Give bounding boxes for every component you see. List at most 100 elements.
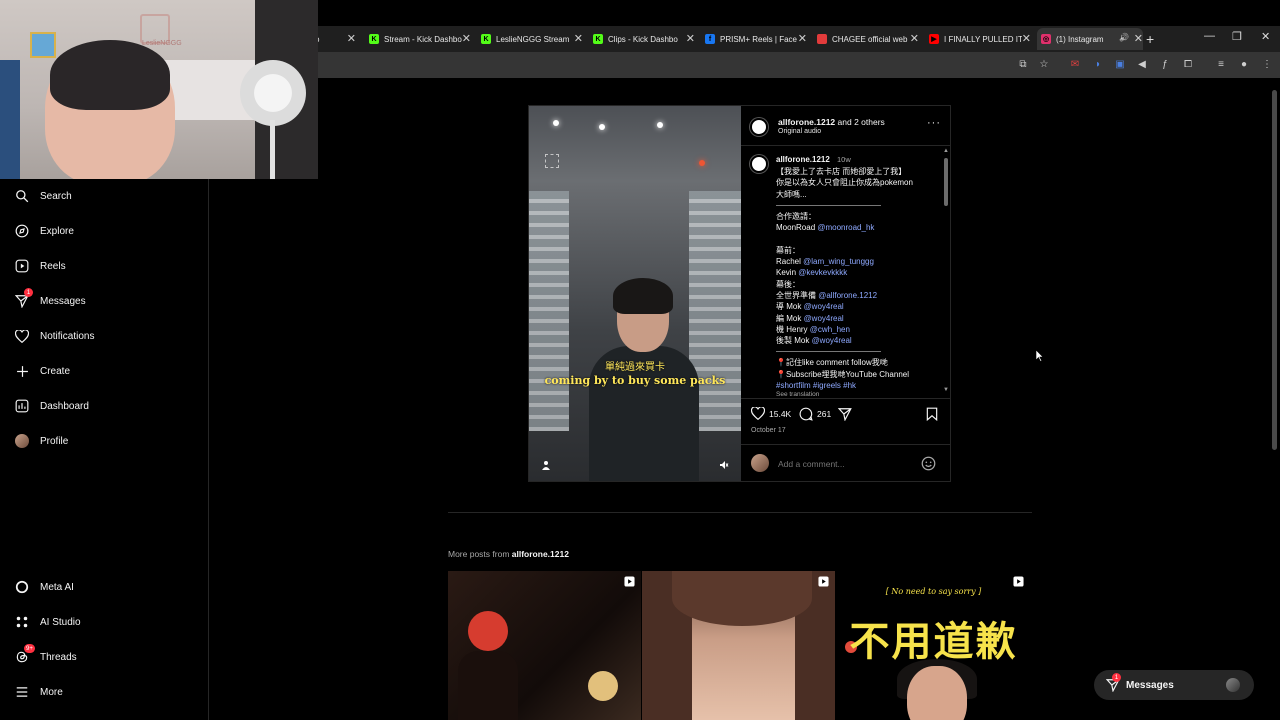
more-posts-user-link[interactable]: allforone.1212 (512, 549, 569, 559)
ceiling-light (699, 160, 705, 166)
close-tab-icon[interactable]: ✕ (347, 32, 356, 45)
notification-badge: 1 (24, 288, 33, 297)
close-window-button[interactable]: ✕ (1261, 30, 1270, 43)
caption-scrollbar[interactable] (944, 158, 948, 206)
caption-mention-link[interactable]: #shortfilm #igreels #hk (776, 381, 856, 390)
caption-line: MoonRoad @moonroad_hk (776, 222, 936, 233)
more-post-thumbnail[interactable] (642, 571, 835, 720)
caption-line-text: 📍記住like comment follow我哋 (776, 358, 888, 368)
caption-mention-link[interactable]: @kevkevkkkk (798, 268, 847, 277)
sidebar-item-messages[interactable]: 1 Messages (14, 288, 86, 312)
store-shelf (529, 191, 569, 431)
scroll-down-arrow-icon[interactable]: ▼ (943, 387, 949, 393)
sidebar-item-explore[interactable]: Explore (14, 220, 74, 242)
extensions-puzzle-icon[interactable]: ⧠ (1182, 58, 1194, 70)
sidebar-item-search[interactable]: Search (14, 185, 72, 207)
collaborators-text[interactable]: and 2 others (838, 117, 885, 127)
close-tab-icon[interactable]: ✕ (574, 32, 583, 45)
ceiling-light (553, 120, 559, 126)
close-tab-icon[interactable]: ✕ (798, 32, 807, 45)
browser-tab[interactable]: K Stream - Kick Dashbo ✕ (365, 28, 471, 50)
browser-tab[interactable]: ▶ I FINALLY PULLED IT ✕ (925, 28, 1031, 50)
more-post-thumbnail[interactable] (448, 571, 641, 720)
tab-title: Clips - Kick Dashbo (608, 34, 678, 44)
sidebar-item-dashboard[interactable]: Dashboard (14, 395, 89, 417)
post-author[interactable]: allforone.1212 and 2 others (778, 117, 885, 127)
close-tab-icon[interactable]: ✕ (1134, 32, 1143, 45)
sidebar-item-notifications[interactable]: Notifications (14, 325, 94, 347)
tagged-users-icon[interactable] (541, 460, 551, 470)
ai-studio-icon (14, 614, 30, 630)
caption-line-text: 機 Henry (776, 324, 810, 334)
caption-mention-link[interactable]: @cwh_hen (810, 325, 850, 334)
browser-tab[interactable]: K LeslieNGGG Stream ✕ (477, 28, 583, 50)
browser-tab[interactable]: K Clips - Kick Dashbo ✕ (589, 28, 695, 50)
post-author-name[interactable]: allforone.1212 (778, 117, 835, 127)
close-tab-icon[interactable]: ✕ (910, 32, 919, 45)
sidebar-item-ai-studio[interactable]: AI Studio (14, 611, 81, 633)
share-button[interactable] (838, 407, 856, 421)
sidebar-item-reels[interactable]: Reels (14, 255, 66, 277)
avatar[interactable] (750, 118, 768, 136)
caption-mention-link[interactable]: @moonroad_hk (817, 223, 874, 232)
new-tab-button[interactable]: + (1146, 31, 1154, 47)
close-tab-icon[interactable]: ✕ (1022, 32, 1031, 45)
gmail-extension-icon[interactable]: ✉ (1069, 58, 1081, 70)
extension-icon[interactable]: ƒ (1159, 58, 1171, 70)
caption-line: 導 Mok @woy4real (776, 301, 936, 312)
close-tab-icon[interactable]: ✕ (686, 32, 695, 45)
see-translation-link[interactable]: See translation (776, 391, 819, 398)
comment-input[interactable] (778, 459, 918, 469)
scroll-up-arrow-icon[interactable]: ▲ (943, 148, 949, 154)
more-post-thumbnail[interactable]: [ No need to say sorry ] 不用道歉 (837, 571, 1030, 720)
avatar[interactable] (750, 155, 768, 173)
restore-button[interactable]: ❐ (1232, 30, 1242, 43)
sidebar-item-meta-ai[interactable]: Meta AI (14, 576, 74, 598)
tab-search-icon[interactable]: ≡ (1215, 58, 1227, 70)
sidebar-item-threads[interactable]: 9+ Threads (14, 644, 77, 668)
like-button[interactable]: 15.4K (751, 407, 791, 420)
caption-timestamp: 10w (837, 155, 851, 164)
streamer (50, 40, 170, 110)
bookmark-star-icon[interactable]: ☆ (1038, 58, 1050, 70)
emoji-icon[interactable] (921, 456, 936, 474)
sidebar-item-profile[interactable]: Profile (14, 430, 68, 452)
tab-title: PRISM+ Reels | Face (720, 34, 797, 44)
save-button[interactable] (926, 407, 942, 421)
browser-tab[interactable]: CHAGEE official web ✕ (813, 28, 919, 50)
comment-button[interactable]: 261 (799, 407, 831, 421)
page-scrollbar[interactable] (1272, 80, 1278, 450)
video-subtitle-en: coming by to buy some packs (544, 374, 726, 387)
caption-line-text: 全世界準備 (776, 290, 819, 300)
caption-author[interactable]: allforone.1212 (776, 155, 830, 164)
browser-menu-icon[interactable]: ⋮ (1261, 58, 1273, 70)
wall-poster (30, 32, 56, 58)
browser-tab[interactable]: f PRISM+ Reels | Face ✕ (701, 28, 807, 50)
volume-extension-icon[interactable]: ◀ (1136, 58, 1148, 70)
sidebar-item-label: AI Studio (40, 616, 81, 628)
extension-icon[interactable]: ▣ (1114, 58, 1126, 70)
close-tab-icon[interactable]: ✕ (462, 32, 471, 45)
caption-mention-link[interactable]: @woy4real (804, 314, 844, 323)
explore-icon (14, 223, 30, 239)
sidebar-item-create[interactable]: Create (14, 360, 70, 382)
tab-favicon-icon: K (593, 34, 603, 44)
browser-tab[interactable]: ◎ (1) Instagram ✕ 🔊 (1037, 28, 1143, 50)
audio-link[interactable]: Original audio (778, 128, 821, 135)
extension-icon[interactable]: ◗ (1092, 58, 1104, 70)
reel-video[interactable]: 單純過來買卡 coming by to buy some packs (529, 106, 741, 481)
fan (270, 120, 275, 179)
minimize-button[interactable]: — (1204, 30, 1215, 42)
install-app-icon[interactable]: ⧉ (1017, 58, 1029, 70)
caption-mention-link[interactable]: @lam_wing_tunggg (803, 257, 874, 266)
caption-mention-link[interactable]: @allforone.1212 (818, 291, 877, 300)
caption-mention-link[interactable]: @woy4real (804, 302, 844, 311)
tab-audio-icon[interactable]: 🔊 (1119, 33, 1129, 42)
more-options-icon[interactable]: ··· (927, 117, 941, 129)
sidebar-item-more[interactable]: More (14, 681, 63, 703)
mute-icon[interactable] (719, 460, 729, 470)
caption-mention-link[interactable]: @woy4real (812, 336, 852, 345)
more-posts-heading: More posts from allforone.1212 (448, 549, 569, 559)
messages-pill[interactable]: 1 Messages (1094, 670, 1254, 700)
profile-avatar-icon[interactable]: ● (1238, 58, 1250, 70)
